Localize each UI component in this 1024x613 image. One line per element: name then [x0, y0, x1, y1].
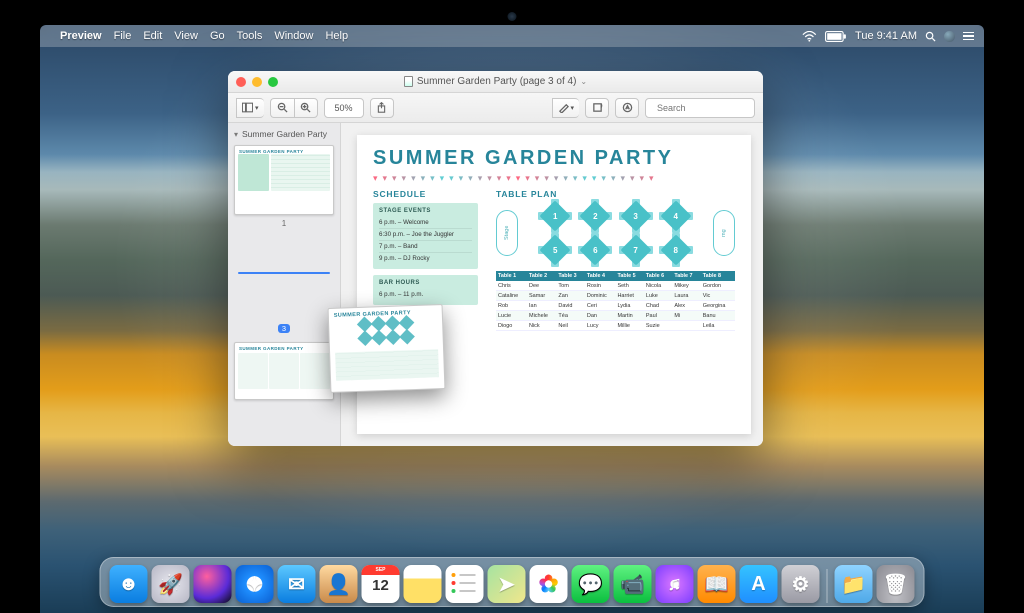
tableplan-heading: TABLE PLAN — [496, 189, 735, 199]
dock-app-contacts[interactable]: 👤 — [320, 565, 358, 603]
thumb-1-label: 1 — [234, 219, 334, 228]
table-row: DiogoNickNeilLucyMillieSuzieLeila — [496, 321, 735, 331]
dock-app-system-preferences[interactable]: ⚙ — [782, 565, 820, 603]
table-header: Table 1 — [496, 271, 527, 281]
menu-go[interactable]: Go — [210, 30, 225, 42]
sidebar-doc-title[interactable]: Summer Garden Party — [234, 129, 334, 139]
table-8-icon: 8 — [663, 237, 689, 263]
table-header: Table 4 — [585, 271, 616, 281]
dock-app-safari[interactable]: ✦ — [236, 565, 274, 603]
table-4-icon: 4 — [663, 203, 689, 229]
dock-app-maps[interactable]: ➤ — [488, 565, 526, 603]
dock-app-notes[interactable] — [404, 565, 442, 603]
rotate-button[interactable] — [585, 98, 609, 118]
table-1-icon: 1 — [542, 203, 568, 229]
dock-downloads-folder[interactable]: 📁 — [835, 565, 873, 603]
table-row: RobIanDavidCeriLydiaChadAlexGeorgina — [496, 301, 735, 311]
menubar: Preview File Edit View Go Tools Window H… — [40, 25, 984, 47]
titlebar[interactable]: Summer Garden Party (page 3 of 4) ⌄ — [228, 71, 763, 93]
highlight-button[interactable]: ▾ — [552, 98, 579, 118]
table-5-icon: 5 — [542, 237, 568, 263]
battery-icon[interactable] — [825, 31, 847, 42]
title-chevron-icon[interactable]: ⌄ — [580, 77, 587, 86]
share-button[interactable] — [370, 98, 394, 118]
zoom-in-button[interactable] — [294, 98, 318, 118]
search-field[interactable] — [645, 98, 755, 118]
dock-app-appstore[interactable]: A — [740, 565, 778, 603]
dock-app-launchpad[interactable]: 🚀 — [152, 565, 190, 603]
table-plan-diagram: Stage 1 2 3 4 — [496, 203, 735, 263]
preview-window: Summer Garden Party (page 3 of 4) ⌄ ▾ 50… — [228, 71, 763, 446]
thumb-3-badge: 3 — [278, 324, 290, 333]
table-header: Table 6 — [644, 271, 672, 281]
dock-app-reminders[interactable] — [446, 565, 484, 603]
zoom-out-button[interactable] — [270, 98, 294, 118]
menubar-clock[interactable]: Tue 9:41 AM — [855, 30, 917, 42]
dock-app-messages[interactable]: 💬 — [572, 565, 610, 603]
table-row: ChrisDeeTomRosinSethNicolaMikeyGordon — [496, 281, 735, 291]
menu-tools[interactable]: Tools — [237, 30, 263, 42]
dock-app-facetime[interactable]: 📹 — [614, 565, 652, 603]
guest-table: Table 1Table 2Table 3Table 4Table 5Table… — [496, 271, 735, 331]
chevron-down-icon: ▾ — [255, 104, 259, 112]
camera-dot — [508, 12, 517, 21]
menu-file[interactable]: File — [114, 30, 132, 42]
zoom-level[interactable]: 50% — [324, 98, 364, 118]
wifi-icon[interactable] — [802, 31, 817, 42]
toolbar: ▾ 50% ▾ — [228, 93, 763, 123]
table-7-icon: 7 — [623, 237, 649, 263]
app-menu[interactable]: Preview — [60, 30, 102, 42]
dock-app-mail[interactable]: ✉ — [278, 565, 316, 603]
drop-indicator — [238, 272, 330, 274]
page-thumbnail-4[interactable]: SUMMER GARDEN PARTY — [234, 342, 334, 400]
schedule-heading: SCHEDULE — [373, 189, 478, 199]
bar-hours-panel: BAR HOURS 6 p.m. – 11 p.m. — [373, 275, 478, 305]
table-3-icon: 3 — [623, 203, 649, 229]
dock-app-calendar[interactable]: SEP 12 — [362, 565, 400, 603]
menu-help[interactable]: Help — [325, 30, 348, 42]
dock-app-siri[interactable] — [194, 565, 232, 603]
dock-app-ibooks[interactable]: 📖 — [698, 565, 736, 603]
chevron-down-icon: ▾ — [570, 104, 574, 112]
menu-window[interactable]: Window — [274, 30, 313, 42]
table-6-icon: 6 — [582, 237, 608, 263]
search-input[interactable] — [655, 102, 763, 114]
table-header: Table 2 — [527, 271, 556, 281]
doc-title: SUMMER GARDEN PARTY — [373, 147, 735, 170]
table-header: Table 7 — [672, 271, 700, 281]
page-thumbnail-1[interactable]: SUMMER GARDEN PARTY — [234, 145, 334, 215]
right-cap-label: mg — [713, 210, 735, 256]
view-mode-button[interactable]: ▾ — [236, 98, 264, 118]
menu-view[interactable]: View — [174, 30, 198, 42]
dock-separator — [827, 569, 828, 603]
dock: ☻ 🚀 ✦ ✉ 👤 SEP 12 ➤ 💬 📹 ♫ 📖 A ⚙ 📁 🗑 — [100, 557, 925, 607]
thumbnail-sidebar: Summer Garden Party SUMMER GARDEN PARTY … — [228, 123, 341, 446]
desktop: Preview File Edit View Go Tools Window H… — [40, 25, 984, 613]
dock-app-itunes[interactable]: ♫ — [656, 565, 694, 603]
dock-app-photos[interactable] — [530, 565, 568, 603]
laptop-bezel: Preview File Edit View Go Tools Window H… — [0, 0, 1024, 613]
table-header: Table 8 — [701, 271, 735, 281]
document-viewport[interactable]: SUMMER GARDEN PARTY SCHEDULE STAGE EVENT… — [341, 123, 763, 446]
table-row: CatalineSamarZanDominicHarrietLukeLauraV… — [496, 291, 735, 301]
markup-button[interactable] — [615, 98, 639, 118]
window-title[interactable]: Summer Garden Party (page 3 of 4) ⌄ — [228, 76, 763, 87]
notification-center-icon[interactable] — [963, 32, 974, 41]
siri-icon[interactable] — [944, 31, 955, 42]
document-proxy-icon[interactable] — [404, 76, 413, 87]
stage-events-panel: STAGE EVENTS 6 p.m. – Welcome 6:30 p.m. … — [373, 203, 478, 269]
table-header: Table 3 — [556, 271, 584, 281]
spotlight-icon[interactable] — [925, 31, 936, 42]
menu-edit[interactable]: Edit — [143, 30, 162, 42]
stage-label: Stage — [496, 210, 518, 256]
table-header: Table 5 — [615, 271, 643, 281]
dock-trash[interactable]: 🗑 — [877, 565, 915, 603]
dock-app-finder[interactable]: ☻ — [110, 565, 148, 603]
dragged-page-thumbnail[interactable]: SUMMER GARDEN PARTY — [328, 304, 446, 393]
table-2-icon: 2 — [582, 203, 608, 229]
table-row: LucieMicheleTéaDanMartinPaulMiBanu — [496, 311, 735, 321]
window-title-text: Summer Garden Party (page 3 of 4) — [417, 76, 577, 87]
bunting-decoration — [373, 173, 735, 183]
